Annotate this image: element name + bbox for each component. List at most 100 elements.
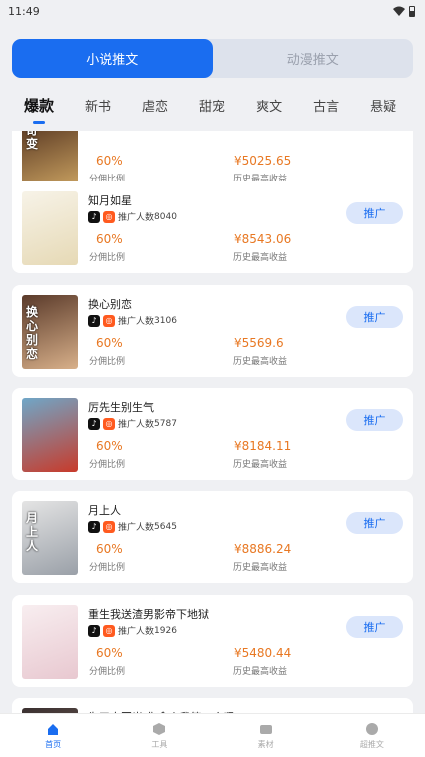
nav-label: 工具 [151,739,168,749]
douyin-icon: ♪ [88,624,100,637]
cover-title: 月上人 [26,511,39,553]
promo-count-label: 推广人数 [118,213,155,223]
earnings-value: ¥8184.11 [234,439,292,453]
nav-home[interactable]: 首页 [0,714,106,757]
cover-title: 换心别恋 [26,305,39,361]
tab-2[interactable]: 虐恋 [142,92,168,115]
promo-count: 8040 [154,211,177,222]
promo-count-label: 推广人数 [118,420,155,430]
book-cover: 换心别恋 [22,295,78,369]
commission-label: 分佣比例 [89,667,126,677]
tab-6[interactable]: 悬疑 [370,92,396,115]
earnings-label: 历史最高收益 [233,253,288,263]
tools-icon [153,722,166,735]
commission-value: 60% [96,646,123,660]
wifi-icon [393,6,405,16]
promo-count: 3106 [154,315,177,326]
nav-label: 超推文 [359,739,384,749]
segmented-control: 小说推文 动漫推文 [12,39,413,78]
segment-anime[interactable]: 动漫推文 [213,39,414,78]
tab-1[interactable]: 新书 [85,92,111,115]
commission-value: 60% [96,232,123,246]
earnings-value: ¥5569.6 [234,336,284,350]
book-card[interactable]: 厉先生别生气 ♪ ◎ 推广人数 5787 60% 分佣比例 ¥8184.11 历史最高收益 推广 [12,388,413,480]
kuaishou-icon: ◎ [103,314,115,327]
kuaishou-icon: ◎ [103,210,115,223]
nav-label: 首页 [45,739,62,749]
book-card[interactable]: 换心别恋 换心别恋 ♪ ◎ 推广人数 3106 60% 分佣比例 ¥5569.6 历史最高收益 推广 [12,285,413,377]
promo-count: 5787 [154,418,177,429]
earnings-value: ¥5025.65 [234,154,292,168]
book-cover [22,605,78,679]
cover-title: 奇变 [26,131,39,151]
promo-meta: ♪ ◎ 推广人数 5645 [88,520,177,533]
materials-icon [259,724,272,734]
chat-icon [365,722,378,735]
commission-label: 分佣比例 [89,253,126,263]
douyin-icon: ♪ [88,210,100,223]
promote-button[interactable]: 推广 [346,409,403,431]
earnings-label: 历史最高收益 [233,563,288,573]
promo-count-label: 推广人数 [118,317,155,327]
book-title: 换心别恋 [88,298,132,311]
book-cover [22,191,78,265]
book-title: 重生我送渣男影帝下地狱 [88,608,209,621]
promo-meta: ♪ ◎ 推广人数 3106 [88,314,177,327]
nav-tools[interactable]: 工具 [106,714,212,757]
kuaishou-icon: ◎ [103,624,115,637]
home-icon [48,723,59,735]
tab-0[interactable]: 爆款 [24,92,54,116]
bottom-nav: 首页 工具 素材 超推文 [0,713,425,757]
status-bar: 11:49 [0,0,425,22]
commission-label: 分佣比例 [89,460,126,470]
nav-chat[interactable]: 超推文 [319,714,425,757]
promote-button[interactable]: 推广 [346,616,403,638]
earnings-value: ¥8886.24 [234,542,292,556]
tab-4[interactable]: 爽文 [256,92,282,115]
book-title: 知月如星 [88,194,132,207]
promo-count: 1926 [154,625,177,636]
commission-value: 60% [96,336,123,350]
book-cover: 奇变 [22,131,78,187]
book-list[interactable]: 奇变60%分佣比例¥5025.65历史最高收益知月如星♪◎推广人数804060%… [0,131,425,713]
kuaishou-icon: ◎ [103,520,115,533]
book-card[interactable]: 重生我送渣男影帝下地狱 ♪ ◎ 推广人数 1926 60% 分佣比例 ¥5480.44 历史最高… [12,595,413,687]
promote-button[interactable]: 推广 [346,512,403,534]
commission-label: 分佣比例 [89,563,126,573]
promote-button[interactable]: 推广 [346,306,403,328]
nav-materials[interactable]: 素材 [213,714,319,757]
book-cover [22,398,78,472]
commission-value: 60% [96,154,123,168]
promo-count-label: 推广人数 [118,523,155,533]
earnings-label: 历史最高收益 [233,667,288,677]
douyin-icon: ♪ [88,417,100,430]
battery-icon [409,5,415,17]
commission-label: 分佣比例 [89,357,126,367]
book-card[interactable]: 为了夺回光 你拿走我第二个肾 [12,698,413,713]
book-card[interactable]: 月上人 月上人 ♪ ◎ 推广人数 5645 60% 分佣比例 ¥8886.24 历史最高收益 推广 [12,491,413,583]
commission-value: 60% [96,439,123,453]
book-cover: 月上人 [22,501,78,575]
status-time: 11:49 [8,4,40,18]
tab-3[interactable]: 甜宠 [199,92,225,115]
promo-count: 5645 [154,521,177,532]
category-tabs: 爆款新书虐恋甜宠爽文古言悬疑烧 [0,92,425,126]
promote-button[interactable]: 推广 [346,202,403,224]
tab-5[interactable]: 古言 [313,92,339,115]
commission-value: 60% [96,542,123,556]
earnings-label: 历史最高收益 [233,460,288,470]
earnings-value: ¥8543.06 [234,232,292,246]
kuaishou-icon: ◎ [103,417,115,430]
promo-meta: ♪ ◎ 推广人数 5787 [88,417,177,430]
book-title: 厉先生别生气 [88,401,154,414]
promo-meta: ♪ ◎ 推广人数 8040 [88,210,177,223]
earnings-label: 历史最高收益 [233,357,288,367]
promo-meta: ♪ ◎ 推广人数 1926 [88,624,177,637]
book-card[interactable]: 知月如星 ♪ ◎ 推广人数 8040 60% 分佣比例 ¥8543.06 历史最高收益 推广 [12,181,413,273]
segment-novel[interactable]: 小说推文 [12,39,213,78]
promo-count-label: 推广人数 [118,627,155,637]
douyin-icon: ♪ [88,520,100,533]
book-title: 月上人 [88,504,121,517]
douyin-icon: ♪ [88,314,100,327]
earnings-value: ¥5480.44 [234,646,292,660]
